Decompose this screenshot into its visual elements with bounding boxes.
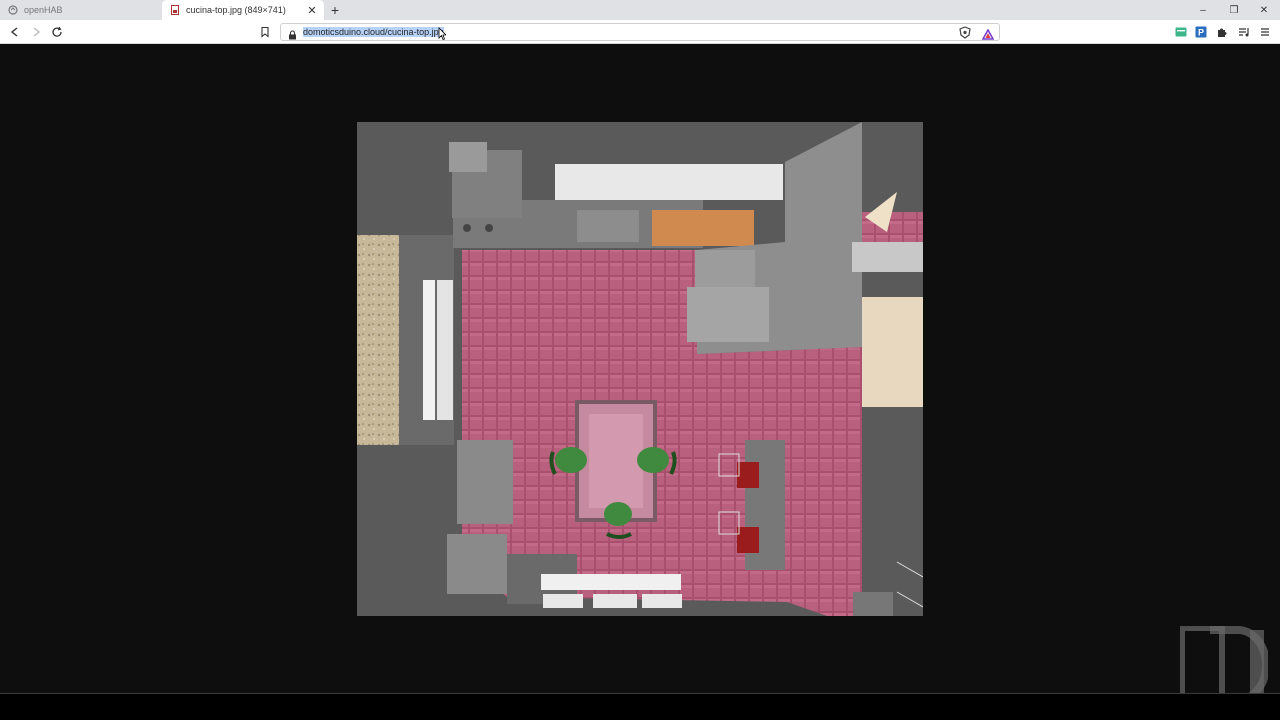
tab-cucina-top[interactable]: cucina-top.jpg (849×741) ✕ (162, 0, 324, 20)
minimize-icon[interactable]: – (1195, 2, 1211, 18)
text-cursor-icon (438, 27, 447, 46)
image-file-icon (170, 5, 180, 15)
browser-toolbar: domoticsduino.cloud/cucina-top.jpg P (0, 20, 1280, 44)
restore-icon[interactable]: ❐ (1226, 2, 1242, 18)
tab-openhab[interactable]: openHAB (0, 0, 160, 20)
reload-icon[interactable] (49, 24, 65, 40)
url-text[interactable]: domoticsduino.cloud/cucina-top.jpg (303, 26, 444, 38)
back-icon[interactable] (7, 24, 23, 40)
tab-title: cucina-top.jpg (849×741) (186, 5, 286, 15)
shield-icon[interactable] (959, 26, 971, 44)
forward-icon[interactable] (28, 24, 44, 40)
menu-icon[interactable] (1257, 24, 1273, 40)
extension-blue-icon[interactable]: P (1193, 24, 1209, 40)
media-queue-icon[interactable] (1236, 24, 1252, 40)
close-window-icon[interactable]: ✕ (1256, 2, 1272, 18)
close-tab-icon[interactable]: ✕ (306, 4, 318, 17)
address-bar[interactable]: domoticsduino.cloud/cucina-top.jpg (280, 23, 1000, 41)
bookmark-icon[interactable] (257, 24, 273, 40)
bottom-strip (0, 693, 1280, 720)
openhab-icon (8, 5, 18, 15)
kitchen-3d-floorplan-image (357, 122, 924, 616)
extension-green-icon[interactable] (1173, 24, 1189, 40)
tab-strip: openHAB cucina-top.jpg (849×741) ✕ + – ❐… (0, 0, 1280, 20)
new-tab-button[interactable]: + (328, 3, 342, 17)
svg-text:P: P (1198, 28, 1204, 38)
rewards-icon[interactable] (981, 27, 995, 45)
tab-title: openHAB (24, 5, 63, 15)
puzzle-icon[interactable] (1214, 24, 1230, 40)
lock-icon[interactable] (288, 27, 297, 45)
url-selection: domoticsduino.cloud/cucina-top.jpg (303, 27, 444, 37)
